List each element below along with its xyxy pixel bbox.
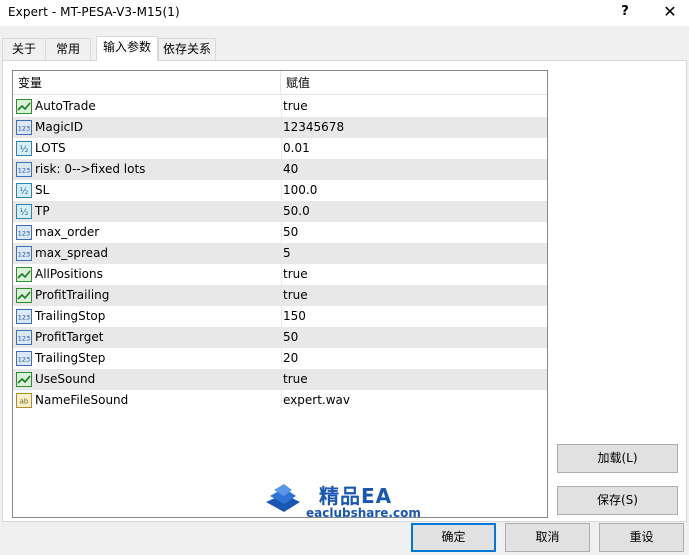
tab-strip: 关于 常用 输入参数 依存关系 [0, 36, 689, 61]
header-value[interactable]: 赋值 [281, 71, 547, 95]
table-row[interactable]: 123 risk: 0-->fixed lots 40 [13, 159, 547, 180]
parameter-value[interactable]: 40 [283, 159, 298, 180]
parameter-value[interactable]: 0.01 [283, 138, 310, 159]
svg-text:ab: ab [20, 398, 29, 406]
window-title: Expert - MT-PESA-V3-M15(1) [8, 5, 180, 19]
close-button[interactable]: ✕ [650, 0, 689, 26]
svg-text:½: ½ [20, 208, 29, 218]
int-icon: 123 [16, 162, 32, 177]
int-icon: 123 [16, 225, 32, 240]
parameter-name: TrailingStop [35, 309, 106, 323]
help-button[interactable]: ? [605, 0, 645, 26]
parameter-value[interactable]: true [283, 264, 308, 285]
parameter-name: AutoTrade [35, 99, 96, 113]
parameter-name: AllPositions [35, 267, 103, 281]
title-bar: Expert - MT-PESA-V3-M15(1) ? ✕ [0, 0, 689, 26]
parameter-value[interactable]: 50.0 [283, 201, 310, 222]
parameter-name: ProfitTrailing [35, 288, 110, 302]
svg-text:½: ½ [20, 145, 29, 155]
int-icon: 123 [16, 330, 32, 345]
parameter-value[interactable]: 20 [283, 348, 298, 369]
table-row[interactable]: AutoTrade true [13, 96, 547, 117]
svg-text:½: ½ [20, 187, 29, 197]
svg-text:123: 123 [18, 314, 30, 322]
table-row[interactable]: ½ TP 50.0 [13, 201, 547, 222]
parameter-value[interactable]: 5 [283, 243, 291, 264]
tab-common[interactable]: 常用 [45, 38, 91, 60]
svg-text:123: 123 [18, 167, 30, 175]
parameter-name: max_order [35, 225, 100, 239]
double-icon: ½ [16, 183, 32, 198]
table-row[interactable]: ab NameFileSound expert.wav [13, 390, 547, 411]
parameter-name: ProfitTarget [35, 330, 104, 344]
watermark: 精品EA eaclubshare.com [262, 478, 432, 522]
parameter-name: UseSound [35, 372, 96, 386]
reset-button[interactable]: 重设 [599, 523, 684, 552]
parameter-value[interactable]: 50 [283, 222, 298, 243]
save-button[interactable]: 保存(S) [557, 486, 678, 515]
tab-inputs[interactable]: 输入参数 [96, 36, 158, 61]
load-button[interactable]: 加载(L) [557, 444, 678, 473]
svg-text:123: 123 [18, 125, 30, 133]
parameter-name: MagicID [35, 120, 84, 134]
parameter-name: SL [35, 183, 50, 197]
parameter-name: max_spread [35, 246, 109, 260]
bool-icon [16, 99, 32, 114]
parameter-name: risk: 0-->fixed lots [35, 162, 146, 176]
table-row[interactable]: ½ SL 100.0 [13, 180, 547, 201]
bool-icon [16, 372, 32, 387]
table-row[interactable]: ½ LOTS 0.01 [13, 138, 547, 159]
int-icon: 123 [16, 120, 32, 135]
watermark-url: eaclubshare.com [306, 506, 421, 520]
parameter-name: TP [35, 204, 50, 218]
ok-button[interactable]: 确定 [411, 523, 496, 552]
table-row[interactable]: UseSound true [13, 369, 547, 390]
svg-text:123: 123 [18, 335, 30, 343]
watermark-title: 精品EA [319, 484, 393, 508]
close-icon: ✕ [663, 2, 677, 21]
parameter-name: NameFileSound [35, 393, 129, 407]
watermark-logo-icon [266, 484, 300, 512]
table-row[interactable]: 123 max_order 50 [13, 222, 547, 243]
parameter-value[interactable]: true [283, 96, 308, 117]
parameter-value[interactable]: 100.0 [283, 180, 317, 201]
svg-text:123: 123 [18, 251, 30, 259]
table-row[interactable]: 123 MagicID 12345678 [13, 117, 547, 138]
table-row[interactable]: 123 max_spread 5 [13, 243, 547, 264]
table-row[interactable]: AllPositions true [13, 264, 547, 285]
table-header: 变量 赋值 [13, 71, 547, 95]
parameter-value[interactable]: true [283, 285, 308, 306]
bool-icon [16, 267, 32, 282]
parameters-table[interactable]: 变量 赋值 AutoTrade true 123 MagicID 12345678 ½ LO… [12, 70, 548, 518]
parameter-name: LOTS [35, 141, 66, 155]
string-icon: ab [16, 393, 32, 408]
tab-about[interactable]: 关于 [2, 38, 46, 60]
double-icon: ½ [16, 204, 32, 219]
header-variable[interactable]: 变量 [13, 71, 281, 95]
svg-text:123: 123 [18, 356, 30, 364]
bool-icon [16, 288, 32, 303]
int-icon: 123 [16, 246, 32, 261]
int-icon: 123 [16, 309, 32, 324]
table-row[interactable]: 123 ProfitTarget 50 [13, 327, 547, 348]
cancel-button[interactable]: 取消 [505, 523, 590, 552]
tab-dependencies[interactable]: 依存关系 [158, 38, 216, 60]
int-icon: 123 [16, 351, 32, 366]
parameter-value[interactable]: 150 [283, 306, 306, 327]
parameter-value[interactable]: 50 [283, 327, 298, 348]
table-row[interactable]: 123 TrailingStop 150 [13, 306, 547, 327]
double-icon: ½ [16, 141, 32, 156]
table-row[interactable]: 123 TrailingStep 20 [13, 348, 547, 369]
parameter-value[interactable]: 12345678 [283, 117, 344, 138]
parameter-name: TrailingStep [35, 351, 106, 365]
svg-text:123: 123 [18, 230, 30, 238]
parameter-value[interactable]: expert.wav [283, 390, 350, 411]
parameter-value[interactable]: true [283, 369, 308, 390]
table-row[interactable]: ProfitTrailing true [13, 285, 547, 306]
